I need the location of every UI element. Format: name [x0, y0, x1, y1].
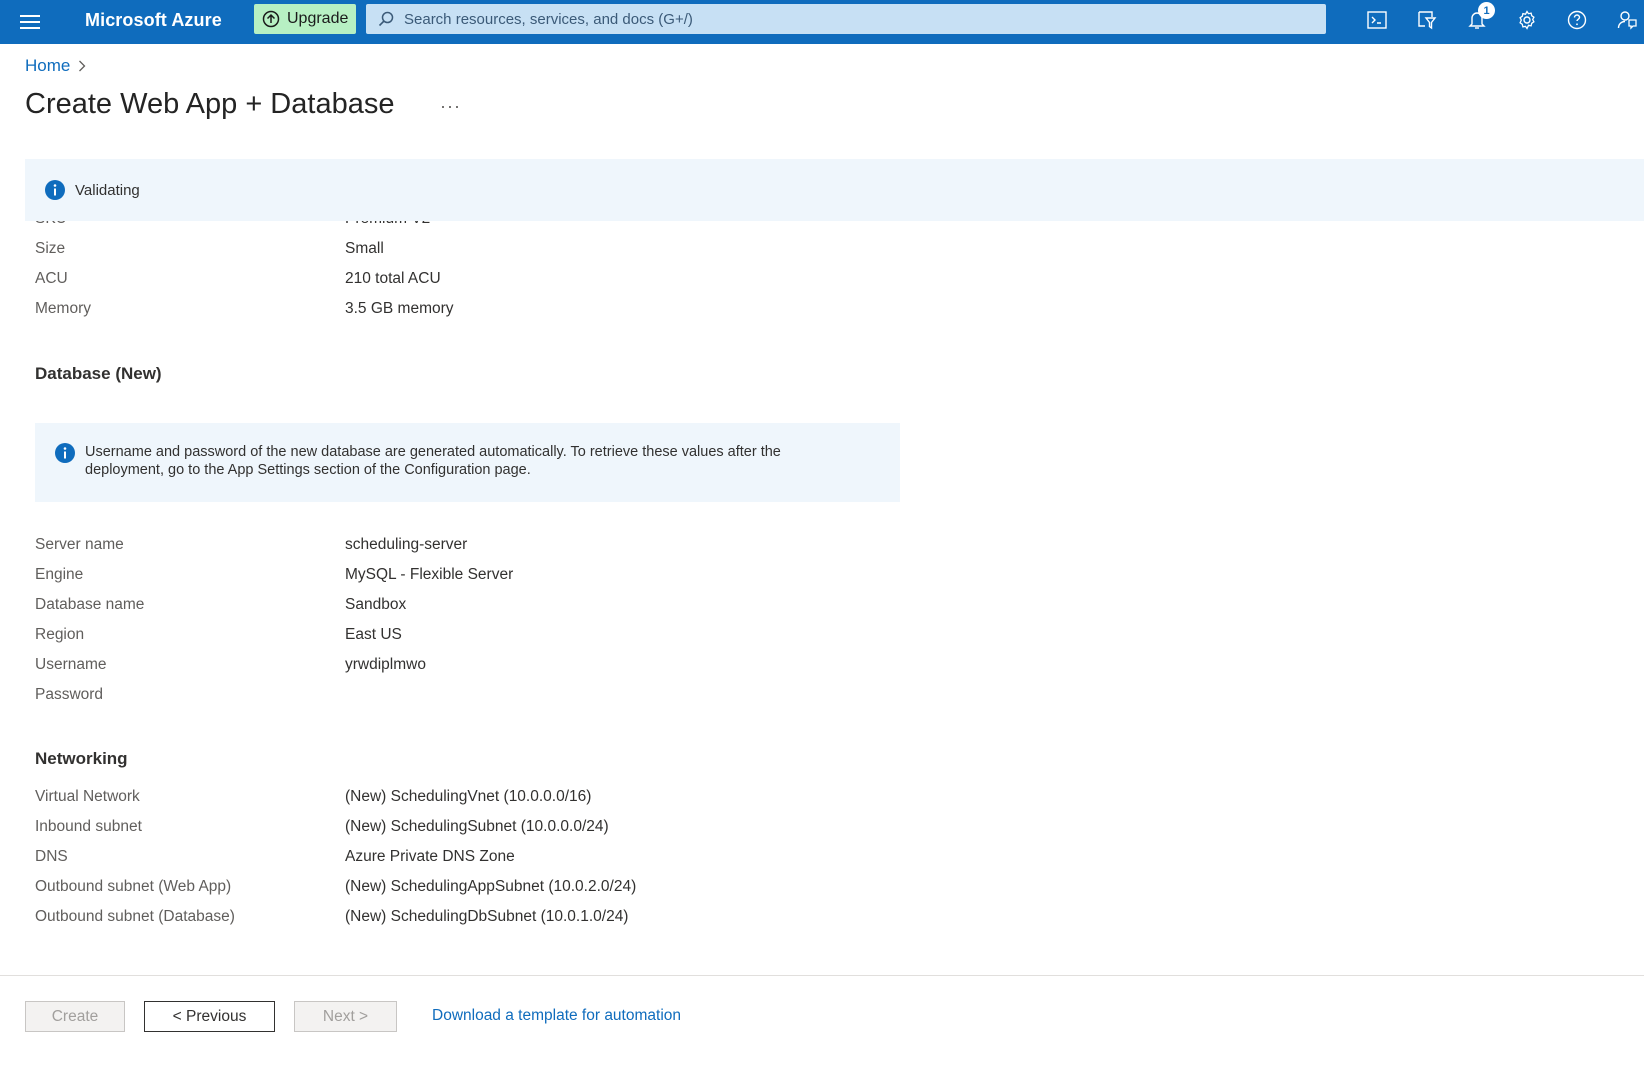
next-button[interactable]: Next > [294, 1001, 397, 1032]
plan-label-size: Size [35, 240, 66, 257]
search-box[interactable] [366, 4, 1326, 34]
menu-icon[interactable] [16, 8, 44, 36]
search-icon [378, 11, 394, 27]
banner-text: Validating [75, 181, 140, 199]
upgrade-button[interactable]: Upgrade [254, 4, 356, 34]
validating-banner: Validating [25, 159, 1644, 221]
net-label-outbound-database: Outbound subnet (Database) [35, 908, 235, 925]
cloud-shell-icon[interactable] [1352, 0, 1402, 40]
db-value-region: East US [345, 626, 402, 643]
brand-title[interactable]: Microsoft Azure [85, 0, 222, 44]
db-label-username: Username [35, 656, 107, 673]
net-label-inbound-subnet: Inbound subnet [35, 818, 142, 835]
breadcrumb: Home [25, 56, 86, 76]
db-label-engine: Engine [35, 566, 84, 583]
settings-gear-icon[interactable] [1502, 0, 1552, 40]
download-template-link[interactable]: Download a template for automation [432, 1007, 681, 1025]
database-info-text: Username and password of the new databas… [85, 444, 781, 478]
page-title: Create Web App + Database [25, 88, 395, 120]
networking-section-title: Networking [35, 749, 128, 768]
db-label-region: Region [35, 626, 85, 643]
net-value-dns: Azure Private DNS Zone [345, 848, 515, 865]
chevron-right-icon [79, 60, 86, 72]
notifications-bell-icon[interactable]: 1 [1452, 0, 1502, 40]
plan-value-acu: 210 total ACU [345, 270, 441, 287]
db-label-server-name: Server name [35, 536, 124, 553]
top-bar: Microsoft Azure Upgrade 1 [0, 0, 1644, 44]
notification-badge: 1 [1478, 2, 1495, 19]
create-button[interactable]: Create [25, 1001, 125, 1032]
plan-label-memory: Memory [35, 300, 91, 317]
db-value-engine: MySQL - Flexible Server [345, 566, 514, 583]
plan-label-acu: ACU [35, 270, 68, 287]
database-info-box: Username and password of the new databas… [35, 423, 900, 502]
database-section-title: Database (New) [35, 364, 162, 383]
db-value-database-name: Sandbox [345, 596, 407, 613]
net-value-outbound-web-app: (New) SchedulingAppSubnet (10.0.2.0/24) [345, 878, 637, 895]
more-options-button[interactable]: ··· [440, 96, 461, 117]
db-value-username: yrwdiplmwo [345, 656, 426, 673]
upgrade-arrow-icon [262, 10, 280, 28]
net-label-virtual-network: Virtual Network [35, 788, 140, 805]
net-label-outbound-web-app: Outbound subnet (Web App) [35, 878, 232, 895]
net-value-virtual-network: (New) SchedulingVnet (10.0.0.0/16) [345, 788, 592, 805]
net-value-outbound-database: (New) SchedulingDbSubnet (10.0.1.0/24) [345, 908, 629, 925]
info-icon [55, 443, 75, 463]
help-icon[interactable] [1552, 0, 1602, 40]
net-label-dns: DNS [35, 848, 68, 865]
previous-button[interactable]: < Previous [144, 1001, 275, 1032]
footer-divider [0, 975, 1644, 976]
db-label-database-name: Database name [35, 596, 145, 613]
plan-value-memory: 3.5 GB memory [345, 300, 454, 317]
feedback-icon[interactable] [1602, 0, 1644, 40]
search-input[interactable] [404, 10, 1304, 28]
breadcrumb-home-link[interactable]: Home [25, 56, 70, 76]
net-value-inbound-subnet: (New) SchedulingSubnet (10.0.0.0/24) [345, 818, 609, 835]
info-icon [45, 180, 65, 200]
directory-filter-icon[interactable] [1402, 0, 1452, 40]
db-value-server-name: scheduling-server [345, 536, 468, 553]
upgrade-label: Upgrade [287, 10, 349, 27]
plan-value-size: Small [345, 240, 384, 257]
db-label-password: Password [35, 686, 104, 703]
